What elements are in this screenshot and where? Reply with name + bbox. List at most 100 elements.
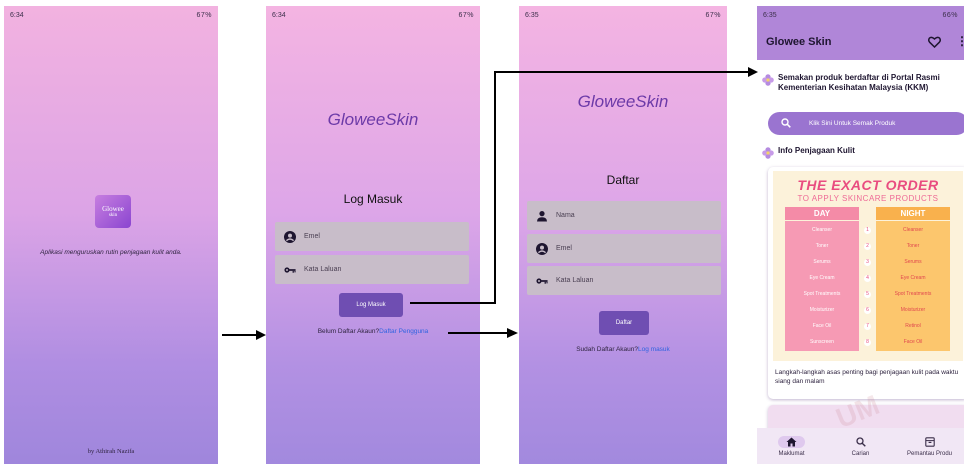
status-battery: 66% <box>942 11 958 19</box>
night-step: Serums <box>904 259 922 265</box>
kkm-heading-text: Semakan produk berdaftar di Portal Rasmi… <box>778 73 940 92</box>
account-circle-icon <box>284 230 296 243</box>
register-title: Daftar <box>606 173 640 187</box>
poster-step-row: Sunscreen 8 Face Oil <box>785 334 950 350</box>
night-step: Spot Treatments <box>894 291 932 297</box>
bottom-nav: Maklumat Carian Pemantau Produ <box>757 428 964 464</box>
splash-screen: 6:34 67% Glowee skin Aplikasi menguruska… <box>4 6 218 464</box>
nav-carian[interactable]: Carian <box>826 428 895 464</box>
day-step: Sunscreen <box>810 339 834 345</box>
day-step: Face Oil <box>812 323 832 329</box>
search-icon <box>855 436 866 448</box>
night-step: Toner <box>906 243 920 249</box>
password-field[interactable]: Kata Laluan <box>527 266 721 295</box>
app-title: Glowee Skin <box>766 36 832 48</box>
more-vert-icon[interactable]: ⋮ <box>956 34 964 48</box>
night-step: Moisturizer <box>900 307 926 313</box>
info-caption: Langkah-langkah asas penting bagi penjag… <box>775 369 959 385</box>
night-step: Face Oil <box>903 339 923 345</box>
kkm-section-heading: Semakan produk berdaftar di Portal Rasmi… <box>762 73 964 92</box>
app-logo: Glowee skin <box>95 195 131 228</box>
day-step: Eye Cream <box>809 275 835 281</box>
poster-subtitle: TO APPLY SKINCARE PRODUCTS <box>797 194 939 203</box>
poster-night-header: NIGHT <box>876 207 950 220</box>
logo-line1: Glowee <box>102 204 124 213</box>
brand-title: GloweeSkin <box>577 92 669 111</box>
info-heading-text: Info Penjagaan Kulit <box>778 146 855 155</box>
night-step: Retinol <box>905 323 921 329</box>
status-time: 6:35 <box>763 11 777 19</box>
storyboard: 6:34 67% Glowee skin Aplikasi menguruska… <box>0 0 964 468</box>
status-bar: 6:34 67% <box>4 6 218 24</box>
day-step: Serums <box>813 259 831 265</box>
status-battery: 67% <box>705 11 721 19</box>
skincare-info-card[interactable]: THE EXACT ORDER TO APPLY SKINCARE PRODUC… <box>768 167 964 399</box>
status-bar: 6:35 66% <box>757 6 964 24</box>
step-number: 7 <box>864 322 871 330</box>
account-circle-icon <box>536 242 548 255</box>
day-step: Toner <box>815 243 829 249</box>
login-button[interactable]: Log Masuk <box>339 293 403 317</box>
nav-pemantau-produk[interactable]: Pemantau Produ <box>895 428 964 464</box>
nav-label: Maklumat <box>778 450 805 457</box>
skincare-order-poster: THE EXACT ORDER TO APPLY SKINCARE PRODUC… <box>773 171 963 361</box>
nav-label: Carian <box>851 450 870 457</box>
logo-line2: skin <box>108 212 118 218</box>
email-field[interactable]: Emel <box>275 222 469 251</box>
email-field[interactable]: Emel <box>527 234 721 263</box>
name-placeholder: Nama <box>556 212 575 219</box>
day-step: Moisturizer <box>809 307 835 313</box>
inventory-icon <box>924 436 935 448</box>
status-bar: 6:34 67% <box>266 6 480 24</box>
step-number: 8 <box>864 338 871 346</box>
register-link[interactable]: Daftar Pengguna <box>379 328 428 335</box>
email-placeholder: Emel <box>556 245 572 252</box>
status-battery: 67% <box>196 11 212 19</box>
key-icon <box>536 275 548 287</box>
key-icon <box>284 264 296 276</box>
poster-step-row: Spot Treatments 5 Spot Treatments <box>785 286 950 302</box>
register-button[interactable]: Daftar <box>599 311 649 335</box>
login-screen: 6:34 67% GloweeSkin Log Masuk Emel Kata … <box>266 6 480 464</box>
status-time: 6:35 <box>525 11 539 19</box>
poster-title: THE EXACT ORDER <box>797 177 939 193</box>
home-icon <box>778 435 805 448</box>
poster-step-row: Face Oil 7 Retinol <box>785 318 950 334</box>
nav-maklumat[interactable]: Maklumat <box>757 428 826 464</box>
name-field[interactable]: Nama <box>527 201 721 230</box>
login-title: Log Masuk <box>343 192 403 206</box>
brand-title: GloweeSkin <box>327 110 419 129</box>
poster-step-row: Serums 3 Serums <box>785 254 950 270</box>
night-step: Eye Cream <box>900 275 926 281</box>
check-product-label: Klik Sini Untuk Semak Produk <box>809 120 896 127</box>
poster-step-row: Eye Cream 4 Eye Cream <box>785 270 950 286</box>
day-step: Spot Treatments <box>803 291 841 297</box>
night-step: Cleanser <box>902 227 923 233</box>
search-icon <box>781 117 791 130</box>
step-number: 1 <box>864 226 871 234</box>
step-number: 4 <box>864 274 871 282</box>
info-section-heading: Info Penjagaan Kulit <box>762 146 855 159</box>
app-bar: Glowee Skin ⋮ <box>757 24 964 60</box>
splash-tagline: Aplikasi menguruskan rutin penjagaan kul… <box>40 249 182 256</box>
register-screen: 6:35 67% GloweeSkin Daftar Nama Emel Kat… <box>519 6 727 464</box>
status-time: 6:34 <box>272 11 286 19</box>
day-step: Cleanser <box>811 227 832 233</box>
poster-step-row: Toner 2 Toner <box>785 238 950 254</box>
password-placeholder: Kata Laluan <box>556 277 594 284</box>
person-icon <box>536 210 548 222</box>
login-link[interactable]: Log masuk <box>638 346 670 353</box>
flower-icon <box>762 73 774 86</box>
check-product-button[interactable]: Klik Sini Untuk Semak Produk <box>768 112 964 135</box>
password-field[interactable]: Kata Laluan <box>275 255 469 284</box>
step-number: 6 <box>864 306 871 314</box>
status-battery: 67% <box>458 11 474 19</box>
heart-icon[interactable] <box>928 35 941 53</box>
flower-icon <box>762 146 774 159</box>
step-number: 2 <box>864 242 871 250</box>
status-time: 6:34 <box>10 11 24 19</box>
password-placeholder: Kata Laluan <box>304 266 342 273</box>
arrow-splash-to-login <box>222 330 266 340</box>
step-number: 5 <box>864 290 871 298</box>
register-prompt-text: Belum Daftar Akaun? <box>317 328 380 335</box>
